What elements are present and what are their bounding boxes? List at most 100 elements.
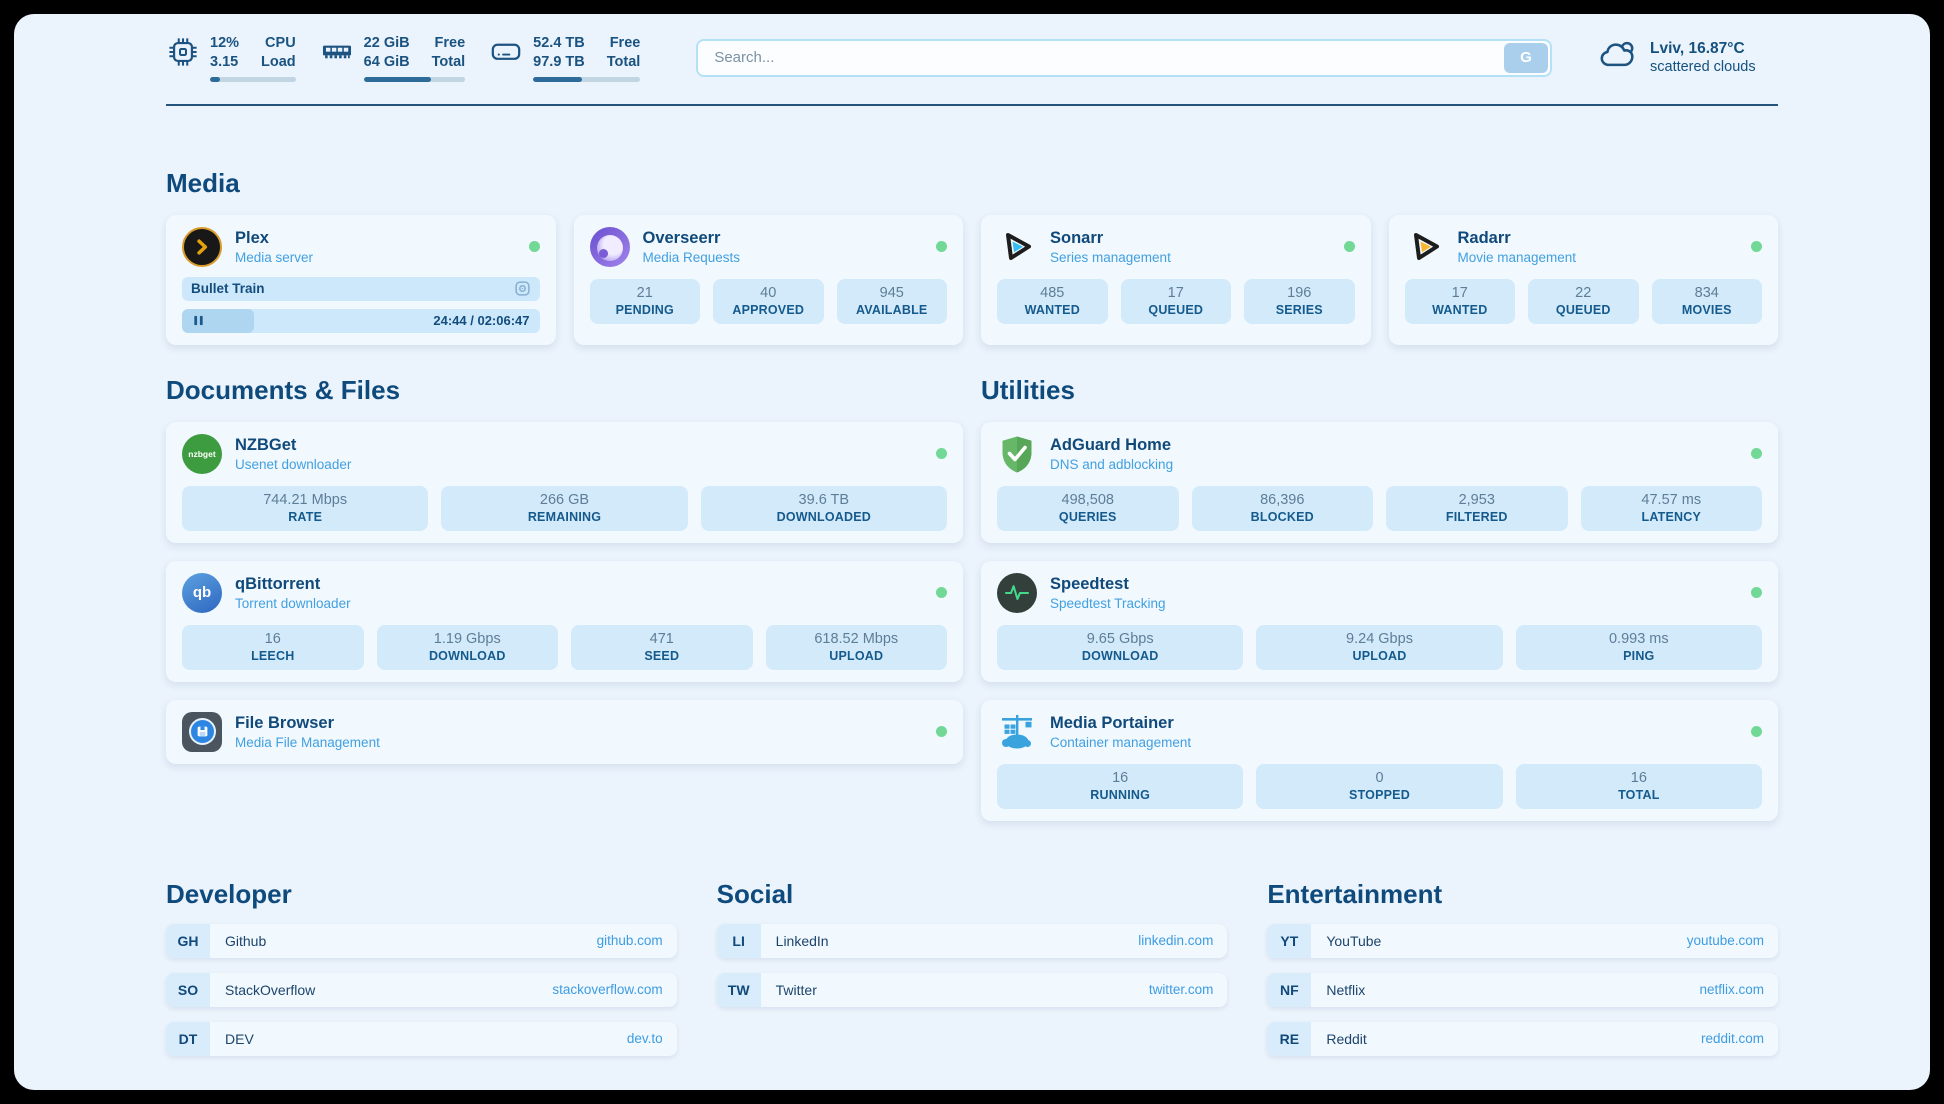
stat-block: 1.19 Gbps DOWNLOAD — [377, 625, 559, 670]
bookmark-dev[interactable]: DT DEV dev.to — [166, 1022, 677, 1056]
stat-label: REMAINING — [445, 510, 683, 524]
bookmark-url[interactable]: reddit.com — [1701, 1022, 1778, 1056]
memory-free-label: Free — [432, 34, 466, 53]
bookmark-url[interactable]: twitter.com — [1149, 973, 1228, 1007]
service-subtitle: Media server — [235, 250, 313, 265]
top-bar: 12% 3.15 CPU Load — [166, 34, 1778, 82]
pause-icon[interactable] — [192, 314, 205, 327]
service-card-sonarr[interactable]: Sonarr Series management 485 WANTED 17 Q… — [981, 215, 1371, 345]
stat-block: 9.24 Gbps UPLOAD — [1256, 625, 1502, 670]
bookmark-url[interactable]: github.com — [597, 924, 677, 958]
service-title: Overseerr — [643, 229, 741, 248]
stat-value: 16 — [186, 631, 360, 647]
stat-value: 86,396 — [1196, 492, 1370, 508]
service-card-nzbget[interactable]: nzbget NZBGet Usenet downloader 744.21 M… — [166, 422, 963, 543]
stat-label: STOPPED — [1260, 788, 1498, 802]
bookmark-url[interactable]: linkedin.com — [1138, 924, 1227, 958]
service-card-portainer[interactable]: Media Portainer Container management 16 … — [981, 700, 1778, 821]
stat-label: SEED — [575, 649, 749, 663]
service-card-qbittorrent[interactable]: qb qBittorrent Torrent downloader 16 LEE… — [166, 561, 963, 682]
disk-progress-fill — [533, 77, 582, 82]
memory-progress-fill — [364, 77, 431, 82]
bookmark-abbr: LI — [717, 924, 761, 958]
bookmark-netflix[interactable]: NF Netflix netflix.com — [1267, 973, 1778, 1007]
service-card-plex[interactable]: Plex Media server Bullet Train — [166, 215, 556, 345]
status-dot — [1751, 726, 1762, 737]
service-card-overseerr[interactable]: Overseerr Media Requests 21 PENDING 40 A… — [574, 215, 964, 345]
bookmark-stackoverflow[interactable]: SO StackOverflow stackoverflow.com — [166, 973, 677, 1007]
stat-block: 47.57 ms LATENCY — [1581, 486, 1763, 531]
disk-free-label: Free — [607, 34, 641, 53]
now-playing-icon — [514, 280, 531, 297]
stat-label: QUEUED — [1125, 303, 1228, 317]
stat-value: 2,953 — [1390, 492, 1564, 508]
stat-value: 834 — [1656, 285, 1759, 301]
section-header-developer: Developer — [166, 879, 677, 910]
stat-value: 744.21 Mbps — [186, 492, 424, 508]
stat-label: TOTAL — [1520, 788, 1758, 802]
stat-block: 196 SERIES — [1244, 279, 1355, 324]
cpu-widget: 12% 3.15 CPU Load — [166, 34, 296, 82]
weather-condition: scattered clouds — [1650, 59, 1756, 75]
service-card-adguard[interactable]: AdGuard Home DNS and adblocking 498,508 … — [981, 422, 1778, 543]
bookmark-youtube[interactable]: YT YouTube youtube.com — [1267, 924, 1778, 958]
stat-block: 16 RUNNING — [997, 764, 1243, 809]
service-title: Speedtest — [1050, 575, 1166, 594]
stat-label: LATENCY — [1585, 510, 1759, 524]
service-subtitle: Torrent downloader — [235, 596, 351, 611]
portainer-icon — [997, 712, 1037, 752]
bookmark-reddit[interactable]: RE Reddit reddit.com — [1267, 1022, 1778, 1056]
stat-block: 744.21 Mbps RATE — [182, 486, 428, 531]
weather-location: Lviv, 16.87°C — [1650, 40, 1756, 58]
search-provider-button[interactable]: G — [1504, 43, 1548, 73]
disk-total-label: Total — [607, 53, 641, 72]
cpu-label: CPU — [261, 34, 296, 53]
service-title: Plex — [235, 229, 313, 248]
playback-progress-bar: 24:44 / 02:06:47 — [182, 309, 540, 333]
bookmark-abbr: NF — [1267, 973, 1311, 1007]
service-subtitle: Usenet downloader — [235, 457, 351, 472]
stat-label: UPLOAD — [1260, 649, 1498, 663]
bookmark-url[interactable]: netflix.com — [1699, 973, 1778, 1007]
now-playing-row: Bullet Train — [182, 277, 540, 301]
service-card-speedtest[interactable]: Speedtest Speedtest Tracking 9.65 Gbps D… — [981, 561, 1778, 682]
stat-label: BLOCKED — [1196, 510, 1370, 524]
bookmark-github[interactable]: GH Github github.com — [166, 924, 677, 958]
service-card-filebrowser[interactable]: File Browser Media File Management — [166, 700, 963, 764]
search-bar[interactable]: G — [696, 39, 1552, 77]
service-subtitle: Media File Management — [235, 735, 380, 750]
stat-label: SERIES — [1248, 303, 1351, 317]
stat-value: 945 — [841, 285, 944, 301]
search-input[interactable] — [696, 39, 1552, 77]
service-title: Radarr — [1458, 229, 1577, 248]
status-dot — [529, 241, 540, 252]
stat-block: 17 QUEUED — [1121, 279, 1232, 324]
stat-label: QUEUED — [1532, 303, 1635, 317]
stat-block: 0.993 ms PING — [1516, 625, 1762, 670]
stat-value: 22 — [1532, 285, 1635, 301]
stat-value: 0.993 ms — [1520, 631, 1758, 647]
bookmark-group-social: Social LI LinkedIn linkedin.com TW Twitt… — [717, 879, 1228, 1056]
section-header-entertainment: Entertainment — [1267, 879, 1778, 910]
stat-block: 498,508 QUERIES — [997, 486, 1179, 531]
stat-value: 1.19 Gbps — [381, 631, 555, 647]
stat-label: RATE — [186, 510, 424, 524]
bookmark-name: Netflix — [1326, 973, 1365, 1007]
memory-progress-bar — [364, 77, 466, 82]
bookmark-url[interactable]: youtube.com — [1687, 924, 1778, 958]
section-header-utilities: Utilities — [981, 375, 1778, 406]
bookmark-name: DEV — [225, 1022, 254, 1056]
service-title: qBittorrent — [235, 575, 351, 594]
bookmark-url[interactable]: stackoverflow.com — [552, 973, 676, 1007]
bookmark-linkedin[interactable]: LI LinkedIn linkedin.com — [717, 924, 1228, 958]
stat-label: QUERIES — [1001, 510, 1175, 524]
stat-value: 16 — [1001, 770, 1239, 786]
bookmark-abbr: RE — [1267, 1022, 1311, 1056]
status-dot — [1344, 241, 1355, 252]
bookmark-twitter[interactable]: TW Twitter twitter.com — [717, 973, 1228, 1007]
bookmark-url[interactable]: dev.to — [627, 1022, 677, 1056]
stat-label: APPROVED — [717, 303, 820, 317]
stat-value: 47.57 ms — [1585, 492, 1759, 508]
stat-label: WANTED — [1409, 303, 1512, 317]
service-card-radarr[interactable]: Radarr Movie management 17 WANTED 22 QUE… — [1389, 215, 1779, 345]
